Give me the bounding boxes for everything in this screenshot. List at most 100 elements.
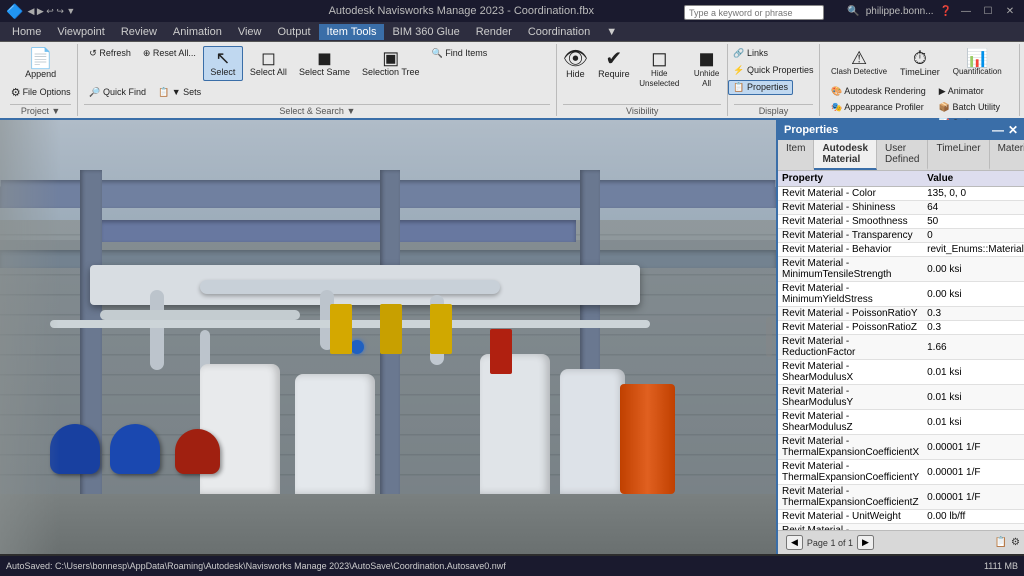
prop-copy-icon[interactable]: 📋 <box>995 537 1007 548</box>
tab-item[interactable]: Item <box>778 140 814 170</box>
animator-button[interactable]: ▶ Animator <box>934 84 1005 99</box>
pipe-1 <box>200 280 500 294</box>
help-icon[interactable]: ❓ <box>940 6 952 17</box>
prop-footer-icons: 📋 ⚙ <box>995 537 1020 548</box>
timeliner-button[interactable]: ⏱ TimeLiner <box>895 46 945 81</box>
property-cell: Revit Material - Transparency <box>778 229 923 243</box>
select-all-button[interactable]: ◻ Select All <box>245 46 292 81</box>
heater-orange <box>620 384 675 494</box>
viewport[interactable] <box>0 120 776 554</box>
close-button[interactable]: ✕ <box>1002 4 1018 18</box>
menu-output[interactable]: Output <box>270 24 319 40</box>
property-cell: Revit Material - ShearModulusY <box>778 385 923 410</box>
minimize-button[interactable]: — <box>958 4 974 18</box>
hide-button[interactable]: 👁 Hide <box>557 46 593 83</box>
selection-tree-label: Selection Tree <box>362 67 420 78</box>
unhide-all-button[interactable]: ◼ Unhide All <box>686 46 727 91</box>
menu-item-tools[interactable]: Item Tools <box>319 24 385 40</box>
autodesk-rendering-button[interactable]: 🎨 Autodesk Rendering <box>826 84 931 99</box>
properties-minimize-button[interactable]: — <box>992 123 1004 137</box>
property-cell: Revit Material - Color <box>778 187 923 201</box>
refresh-button[interactable]: ↺ Refresh <box>84 46 136 61</box>
properties-header: Properties — ✕ <box>778 120 1024 140</box>
table-row: Revit Material - UnitWeight0.00 lb/ff <box>778 510 1024 524</box>
select-all-icon: ◻ <box>261 49 276 67</box>
menu-render[interactable]: Render <box>468 24 520 40</box>
appearance-profiler-button[interactable]: 🎭 Appearance Profiler <box>826 100 931 115</box>
value-cell: 0.00001 1/F <box>923 485 1024 510</box>
col-value: Value <box>923 171 1024 187</box>
title-bar: 🔷 ◀ ▶ ↩ ↪ ▼ Autodesk Navisworks Manage 2… <box>0 0 1024 22</box>
table-row: Revit Material - Shininess64 <box>778 201 1024 215</box>
select-group-row: ↖ Select ◻ Select All ◼ Select Same ▣ Se… <box>203 46 425 81</box>
quantification-button[interactable]: 📊 Quantification <box>948 46 1007 80</box>
property-cell: Revit Material - MinimumTensileStrength <box>778 257 923 282</box>
ribbon-group-select-inner: ↺ Refresh ⊕ Reset All... ↖ Select ◻ Sele… <box>84 44 550 102</box>
keyword-search-input[interactable] <box>684 5 824 20</box>
select-same-label: Select Same <box>299 67 350 78</box>
tab-user-defined[interactable]: User Defined <box>877 140 928 170</box>
project-group-label: Project ▼ <box>10 104 71 116</box>
maximize-button[interactable]: ☐ <box>980 4 996 18</box>
batch-utility-button[interactable]: 📦 Batch Utility <box>934 100 1005 115</box>
menu-coordination[interactable]: Coordination <box>520 24 598 40</box>
left-wall <box>0 120 60 554</box>
prop-next-button[interactable]: ▶ <box>857 535 874 550</box>
pipe-2 <box>150 290 164 370</box>
tank-1 <box>200 364 280 494</box>
menu-animation[interactable]: Animation <box>165 24 230 40</box>
prop-prev-button[interactable]: ◀ <box>786 535 803 550</box>
select-button[interactable]: ↖ Select <box>203 46 243 81</box>
selection-tree-button[interactable]: ▣ Selection Tree <box>357 46 425 81</box>
append-button[interactable]: 📄 Append <box>6 46 76 83</box>
property-cell: Revit Material - MinimumYieldStress <box>778 282 923 307</box>
reset-all-button[interactable]: ⊕ Reset All... <box>138 46 201 61</box>
quick-find-button[interactable]: 🔎 Quick Find <box>84 85 151 100</box>
ribbon-group-tools: ⚠ Clash Detective ⏱ TimeLiner 📊 Quantifi… <box>820 44 1020 116</box>
property-cell: Revit Material - ThermalExpansionCoeffic… <box>778 485 923 510</box>
ribbon-group-select: ↺ Refresh ⊕ Reset All... ↖ Select ◻ Sele… <box>78 44 557 116</box>
ribbon-group-display-inner: 🔗 Links ⚡ Quick Properties 📋 Properties <box>728 44 818 102</box>
value-cell: 0.3 <box>923 307 1024 321</box>
find-items-button[interactable]: 🔍 Find Items <box>427 46 493 61</box>
hide-icon: 👁 <box>563 49 588 69</box>
menu-review[interactable]: Review <box>113 24 165 40</box>
prop-settings-icon[interactable]: ⚙ <box>1011 537 1020 548</box>
tab-timeliner[interactable]: TimeLiner <box>928 140 989 170</box>
value-cell: 135, 0, 0 <box>923 187 1024 201</box>
value-cell: 0.01 ksi <box>923 385 1024 410</box>
table-row: Revit Material - PoissonRatioY0.3 <box>778 307 1024 321</box>
property-cell: Revit Material - Behavior <box>778 243 923 257</box>
property-cell: Revit Material - Smoothness <box>778 215 923 229</box>
menu-bim360[interactable]: BIM 360 Glue <box>384 24 467 40</box>
menu-more[interactable]: ▼ <box>598 24 625 40</box>
file-options-button[interactable]: ⚙ File Options <box>6 84 76 101</box>
menu-view[interactable]: View <box>230 24 270 40</box>
menu-home[interactable]: Home <box>4 24 49 40</box>
clash-detective-button[interactable]: ⚠ Clash Detective <box>826 46 892 80</box>
property-cell: Revit Material - UnitWeight <box>778 510 923 524</box>
tab-material[interactable]: Material <box>990 140 1024 170</box>
hide-unselected-button[interactable]: ◻ Hide Unselected <box>634 46 684 91</box>
select-group-label: Select & Search ▼ <box>84 104 550 116</box>
ribbon: 📄 Append ⚙ File Options Project ▼ ↺ Refr… <box>0 42 1024 120</box>
select-same-button[interactable]: ◼ Select Same <box>294 46 355 81</box>
properties-table[interactable]: Property Value Revit Material - Color135… <box>778 171 1024 530</box>
quick-properties-button[interactable]: ⚡ Quick Properties <box>728 63 818 78</box>
ribbon-group-project-inner: 📄 Append ⚙ File Options <box>6 44 76 102</box>
value-cell: 64 <box>923 201 1024 215</box>
unhide-all-label: Unhide All <box>691 69 722 88</box>
clash-detective-label: Clash Detective <box>831 67 887 77</box>
links-button[interactable]: 🔗 Links <box>728 46 773 61</box>
properties-close-button[interactable]: ✕ <box>1008 123 1018 137</box>
tank-4 <box>560 369 625 494</box>
properties-button[interactable]: 📋 Properties <box>728 80 793 95</box>
table-row: Revit Material - Color135, 0, 0 <box>778 187 1024 201</box>
menu-viewpoint[interactable]: Viewpoint <box>49 24 113 40</box>
value-cell: 0.3 <box>923 321 1024 335</box>
main-area: Properties — ✕ Item Autodesk Material Us… <box>0 120 1024 554</box>
tab-autodesk-material[interactable]: Autodesk Material <box>814 140 877 170</box>
require-button[interactable]: ✔ Require <box>595 46 632 83</box>
sets-button[interactable]: 📋 ▼ Sets <box>153 85 206 100</box>
pipe-5 <box>100 310 300 320</box>
